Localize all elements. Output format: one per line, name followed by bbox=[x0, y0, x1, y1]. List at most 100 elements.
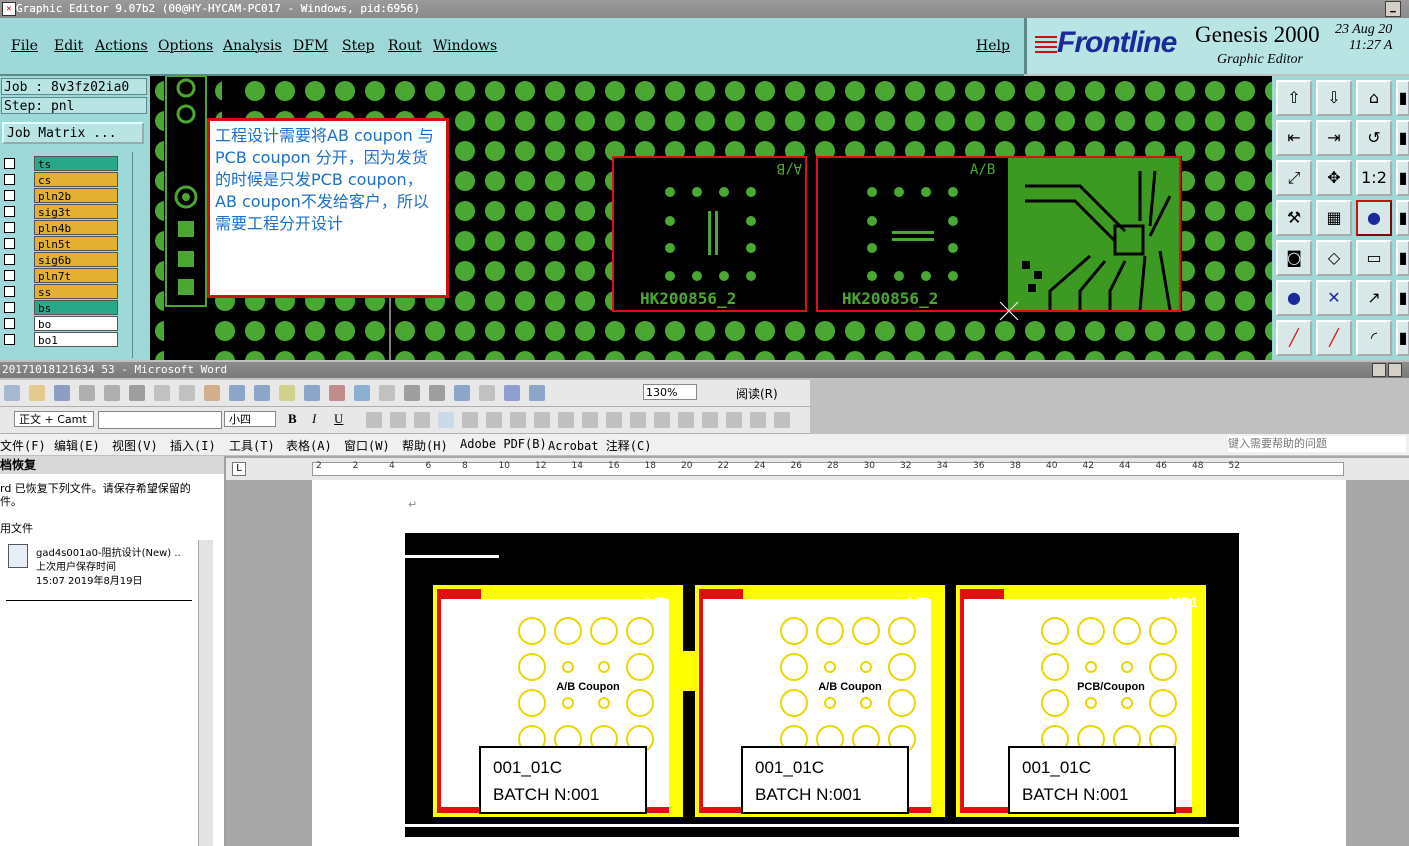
layer-row[interactable]: pln4b bbox=[0, 220, 122, 236]
format-toolbar-icon[interactable] bbox=[630, 412, 646, 428]
layer-checkbox[interactable] bbox=[4, 302, 15, 313]
layer-checkbox[interactable] bbox=[4, 254, 15, 265]
menu-dfm[interactable]: DFM bbox=[293, 38, 328, 54]
word-minimize-button[interactable] bbox=[1372, 363, 1386, 377]
toolbar-icon[interactable] bbox=[429, 385, 445, 401]
arc-icon[interactable]: ◜ bbox=[1356, 320, 1392, 356]
help-search-input[interactable]: 键入需要帮助的问题 bbox=[1228, 436, 1406, 452]
toolbar-icon[interactable] bbox=[354, 385, 370, 401]
layer-name[interactable]: pln4b bbox=[34, 220, 118, 235]
tab-stop-selector[interactable]: L bbox=[232, 462, 246, 476]
layer-row[interactable]: cs bbox=[0, 172, 122, 188]
layer-row[interactable]: bo1 bbox=[0, 332, 122, 348]
coupon-picture[interactable]: A/B Coupon A/B A/B Coupon A/B PCB/Coupon A/B1… bbox=[405, 533, 1239, 837]
toolbar-icon[interactable] bbox=[529, 385, 545, 401]
layer-name[interactable]: bo1 bbox=[34, 332, 118, 347]
layer-checkbox[interactable] bbox=[4, 334, 15, 345]
diagonal-icon[interactable]: ╱ bbox=[1316, 320, 1352, 356]
menu-edit[interactable]: Edit bbox=[54, 38, 83, 54]
extra-icon[interactable]: ▮ bbox=[1396, 280, 1409, 316]
menu-windows[interactable]: Windows bbox=[433, 38, 497, 54]
layer-name[interactable]: sig6b bbox=[34, 252, 118, 267]
menu-options[interactable]: Options bbox=[158, 38, 213, 54]
toolbar-icon[interactable] bbox=[104, 385, 120, 401]
format-toolbar-icon[interactable] bbox=[414, 412, 430, 428]
word-menu-item[interactable]: 编辑(E) bbox=[54, 437, 100, 454]
format-toolbar-icon[interactable] bbox=[702, 412, 718, 428]
layer-name[interactable]: cs bbox=[34, 172, 118, 187]
word-menu-item[interactable]: 视图(V) bbox=[112, 437, 158, 454]
format-toolbar-icon[interactable] bbox=[462, 412, 478, 428]
layer-row[interactable]: pln7t bbox=[0, 268, 122, 284]
format-toolbar-icon[interactable] bbox=[606, 412, 622, 428]
menu-rout[interactable]: Rout bbox=[388, 38, 422, 54]
format-toolbar-icon[interactable] bbox=[654, 412, 670, 428]
add-node-icon[interactable]: ↗ bbox=[1356, 280, 1392, 316]
toolbar-icon[interactable] bbox=[129, 385, 145, 401]
layer-row[interactable]: ss bbox=[0, 284, 122, 300]
layer-row[interactable]: ts bbox=[0, 156, 122, 172]
pan-left-icon[interactable]: ⇤ bbox=[1276, 120, 1312, 156]
snapshot-icon[interactable]: ◙ bbox=[1276, 240, 1312, 276]
extra-icon[interactable]: ▮ bbox=[1396, 240, 1409, 276]
layer-name[interactable]: ts bbox=[34, 156, 118, 171]
redraw-icon[interactable]: ↺ bbox=[1356, 120, 1392, 156]
minimize-button[interactable]: ▁ bbox=[1385, 1, 1401, 17]
toolbar-icon[interactable] bbox=[4, 385, 20, 401]
horizontal-ruler[interactable]: 2 2 4 6 8 10 12 14 16 18 20 22 24 26 28 30 32 34 36 38 40 42 4… bbox=[226, 458, 1409, 480]
layer-checkbox[interactable] bbox=[4, 318, 15, 329]
grid-icon[interactable]: ▦ bbox=[1316, 200, 1352, 236]
underline-button[interactable]: U bbox=[334, 411, 343, 427]
word-menu-item[interactable]: Adobe PDF(B) bbox=[460, 437, 547, 451]
toolbar-icon[interactable] bbox=[254, 385, 270, 401]
layer-row[interactable]: pln2b bbox=[0, 188, 122, 204]
extra-icon[interactable]: ▮ bbox=[1396, 200, 1409, 236]
layer-checkbox[interactable] bbox=[4, 206, 15, 217]
zoom-fit-icon[interactable]: ⤢ bbox=[1276, 160, 1312, 196]
menu-step[interactable]: Step bbox=[342, 38, 374, 54]
layer-row[interactable]: sig6b bbox=[0, 252, 122, 268]
menu-analysis[interactable]: Analysis bbox=[223, 38, 282, 54]
format-toolbar-icon[interactable] bbox=[678, 412, 694, 428]
recovered-file-name[interactable]: gad4s001a0-阻抗设计(New) .. bbox=[36, 544, 181, 559]
toolbar-icon[interactable] bbox=[304, 385, 320, 401]
layer-checkbox[interactable] bbox=[4, 190, 15, 201]
zoom-1to1-icon[interactable]: 1:2 bbox=[1356, 160, 1392, 196]
bold-button[interactable]: B bbox=[288, 411, 297, 427]
word-menu-item[interactable]: 窗口(W) bbox=[344, 437, 390, 454]
format-toolbar-icon[interactable] bbox=[726, 412, 742, 428]
connect-icon[interactable]: ● bbox=[1276, 280, 1312, 316]
toolbar-icon[interactable] bbox=[504, 385, 520, 401]
toolbar-icon[interactable] bbox=[404, 385, 420, 401]
line-icon[interactable]: ╱ bbox=[1276, 320, 1312, 356]
menu-file[interactable]: File bbox=[11, 38, 38, 54]
layer-checkbox[interactable] bbox=[4, 286, 15, 297]
layer-name[interactable]: bo bbox=[34, 316, 118, 331]
extra-icon[interactable]: ▮ bbox=[1396, 160, 1409, 196]
format-toolbar-icon[interactable] bbox=[486, 412, 502, 428]
format-toolbar-icon[interactable] bbox=[582, 412, 598, 428]
font-select[interactable] bbox=[98, 411, 222, 429]
pane-scrollbar[interactable] bbox=[198, 540, 213, 846]
traffic-light-icon[interactable]: ● bbox=[1356, 200, 1392, 236]
layer-row[interactable]: sig3t bbox=[0, 204, 122, 220]
layer-list-scrollbar[interactable] bbox=[132, 152, 147, 358]
toolbar-icon[interactable] bbox=[379, 385, 395, 401]
style-select[interactable]: 正文 + Camt bbox=[14, 411, 94, 427]
word-menu-item[interactable]: 帮助(H) bbox=[402, 437, 448, 454]
italic-button[interactable]: I bbox=[312, 411, 316, 427]
save-view-icon[interactable]: ⇩ bbox=[1316, 80, 1352, 116]
layer-row[interactable]: pln5t bbox=[0, 236, 122, 252]
edit-shape-icon[interactable]: ◇ bbox=[1316, 240, 1352, 276]
toolbar-icon[interactable] bbox=[229, 385, 245, 401]
format-toolbar-icon[interactable] bbox=[438, 412, 454, 428]
layer-checkbox[interactable] bbox=[4, 174, 15, 185]
layer-name[interactable]: pln5t bbox=[34, 236, 118, 251]
extra-icon[interactable]: ▮ bbox=[1396, 80, 1409, 116]
format-toolbar-icon[interactable] bbox=[366, 412, 382, 428]
format-toolbar-icon[interactable] bbox=[510, 412, 526, 428]
zoom-center-icon[interactable]: ✥ bbox=[1316, 160, 1352, 196]
measure-icon[interactable]: ⚒ bbox=[1276, 200, 1312, 236]
word-restore-button[interactable] bbox=[1388, 363, 1402, 377]
cross-icon[interactable]: ✕ bbox=[1316, 280, 1352, 316]
